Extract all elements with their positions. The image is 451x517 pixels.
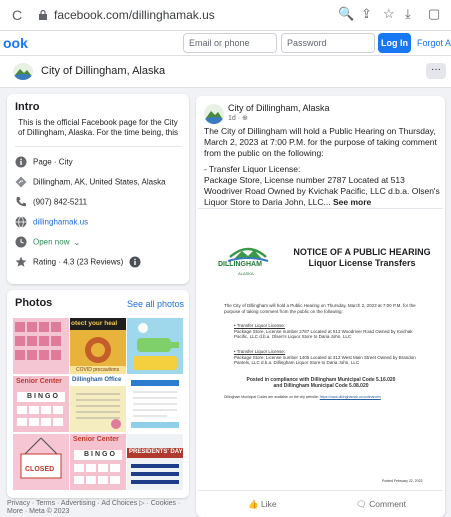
window-icon[interactable]: ▢ [428,6,440,22]
photos-card: Photos See all photos otect your heal CO… [7,290,189,498]
intro-hours[interactable]: Open now ⌄ [15,236,80,250]
intro-address: Dillingham, AK, United States, Alaska [15,176,166,190]
see-more-link[interactable]: See more [333,197,371,207]
address-bar[interactable]: facebook.com/dillinghamak.us [54,8,215,22]
post-avatar[interactable] [204,104,224,124]
photo-thumbnail[interactable] [127,318,183,374]
like-icon: 👍 [248,499,259,509]
document-item: • Transfer Liquor License: Package Store… [234,349,416,365]
login-button[interactable]: Log In [378,33,411,53]
share-icon[interactable]: ⇪ [361,6,372,22]
thumb-caption: otect your heal [71,320,118,327]
thumb-caption: CLOSED [25,466,55,473]
thumb-caption: BINGO [27,393,60,400]
page-title[interactable]: City of Dillingham, Alaska [41,65,165,77]
phone-icon [16,197,26,207]
see-all-photos-link[interactable]: See all photos [127,299,184,309]
intro-category: Page · City [15,156,73,170]
star-icon[interactable]: ☆ [383,6,395,22]
divider [15,146,181,147]
globe-icon: ⊕ [242,115,248,122]
forgot-account-link[interactable]: Forgot Ac [417,38,451,48]
photo-thumbnail[interactable]: Dillingham Office [70,376,126,432]
logo-subtext: ALASKA [238,271,254,276]
browser-toolbar: C facebook.com/dillinghamak.us 🔍 ⇪ ☆ ⤓ ▢ [0,0,451,31]
thumb-caption: Senior Center [16,378,62,385]
intro-rating: Rating · 4.3 (23 Reviews) [15,256,141,270]
page-header: City of Dillingham, Alaska ··· [0,56,451,88]
photo-thumbnail[interactable] [13,318,69,374]
post-actions: 👍 Like 🗨 Comment [196,495,445,517]
document-date: Posted February 22, 2023 [382,479,423,483]
page-avatar[interactable] [13,63,33,80]
info-icon[interactable] [129,256,141,268]
intro-website[interactable]: dillinghamak.us [15,216,88,230]
thumb-caption: Senior Center [73,436,119,443]
post-image[interactable]: DILLINGHAM ALASKA NOTICE OF A PUBLIC HEA… [198,208,443,491]
download-icon[interactable]: ⤓ [405,6,411,22]
thumb-caption: COVID precautions [76,367,120,373]
email-field[interactable]: Email or phone [183,33,277,53]
intro-phone: (907) 842-5211 [15,196,87,210]
document-code-note: Dillingham Municipal Codes are available… [224,395,381,399]
post-author[interactable]: City of Dillingham, Alaska [228,103,330,113]
photo-thumbnail[interactable]: Senior Center BINGO [70,434,126,490]
globe-icon [15,216,27,228]
zoom-icon[interactable]: 🔍 [338,6,354,22]
thumb-caption: PRESIDENTS' DAY [129,449,183,455]
thumb-caption: BINGO [84,451,117,458]
post-meta[interactable]: 1d · ⊕ [228,114,248,122]
post-text: The City of Dillingham will hold a Publi… [204,126,440,207]
star-rating-icon [15,256,27,267]
photo-thumbnail[interactable] [127,376,183,432]
document-title: NOTICE OF A PUBLIC HEARING Liquor Licens… [293,247,431,268]
reload-icon[interactable]: C [12,7,22,23]
photo-thumbnail[interactable]: otect your heal COVID precautions [70,318,126,374]
page-footer[interactable]: Privacy · Terms · Advertising · Ad Choic… [7,500,192,516]
password-field[interactable]: Password [281,33,375,53]
intro-card: Intro This is the official Facebook page… [7,94,189,284]
clock-icon [15,236,27,248]
facebook-logo[interactable]: ook [3,35,28,51]
post-card: City of Dillingham, Alaska 1d · ⊕ The Ci… [196,96,445,517]
thumb-caption: Dillingham Office [72,377,122,383]
document-item: • Transfer Liquor License: Package Store… [234,323,413,339]
info-icon [15,156,27,168]
comment-button[interactable]: 🗨 Comment [356,499,406,510]
logo-text: DILLINGHAM [218,261,262,268]
photos-title: Photos [15,297,53,309]
photo-thumbnail[interactable]: Senior Center BINGO [13,376,69,432]
photo-thumbnail[interactable]: PRESIDENTS' DAY [127,434,183,490]
comment-icon: 🗨 [356,499,367,509]
chevron-down-icon[interactable]: ⌄ [73,238,80,247]
lock-icon[interactable] [37,9,49,21]
document-body: The City of Dillingham will hold a Publi… [224,303,416,314]
more-options-button[interactable]: ··· [426,63,446,79]
location-icon [15,176,27,188]
intro-description: This is the official Facebook page for t… [17,118,179,137]
facebook-topbar: ook Email or phone Password Log In Forgo… [0,31,451,56]
photo-thumbnail[interactable]: CLOSED [13,434,69,490]
intro-title: Intro [15,101,40,113]
like-button[interactable]: 👍 Like [248,499,277,510]
document-posted: Posted in compliance with Dillingham Mun… [246,377,396,389]
